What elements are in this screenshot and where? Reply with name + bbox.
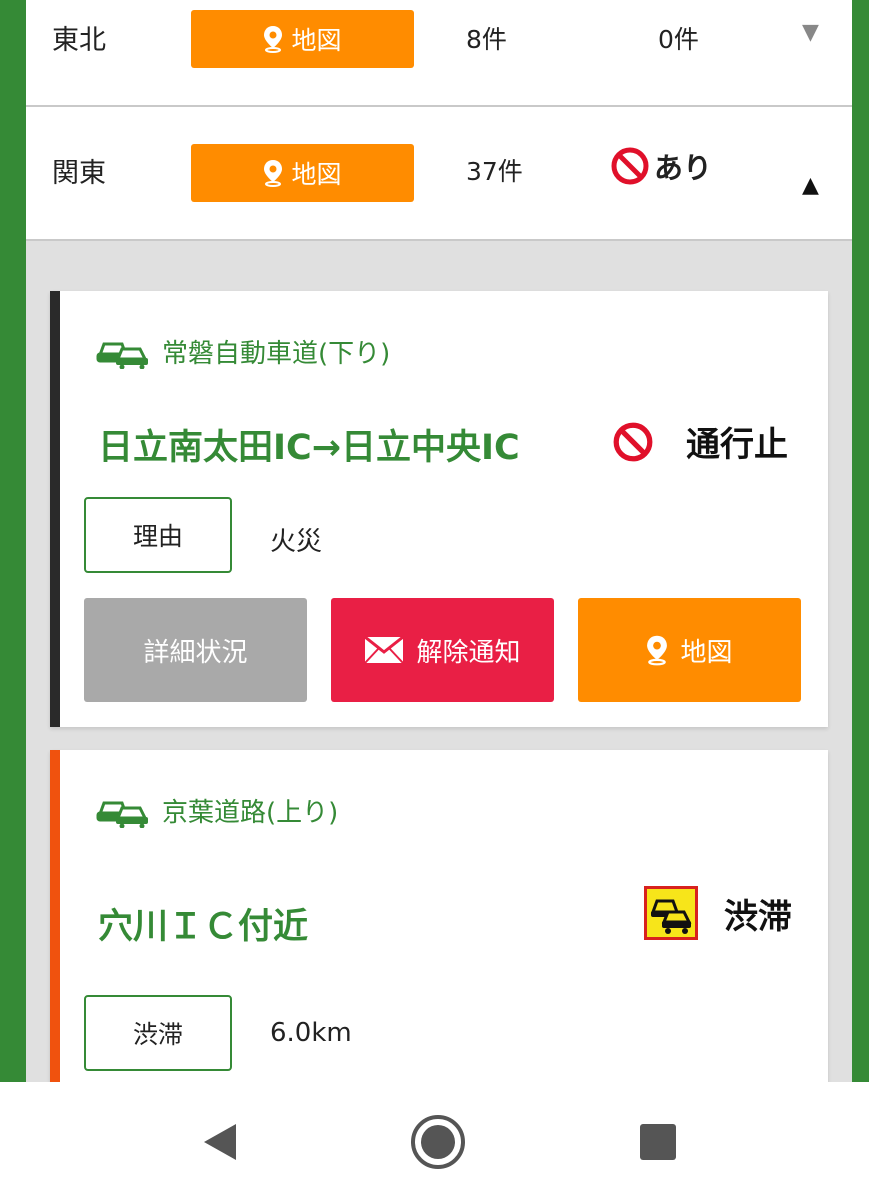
region-map-button[interactable]: 地図 (191, 10, 414, 68)
section-title: 日立南太田IC→日立中央IC (98, 428, 520, 468)
expand-chevron-down-icon[interactable]: ▼ (802, 20, 819, 45)
release-notify-button[interactable]: 解除通知 (331, 598, 554, 702)
closure-status: あり (610, 145, 712, 187)
map-pin-icon (264, 160, 283, 187)
card-map-button-label: 地図 (680, 637, 733, 668)
closure-status-text: あり (654, 151, 713, 185)
notify-button-label: 解除通知 (416, 637, 521, 668)
severity-stripe (50, 291, 60, 727)
cars-icon (96, 801, 148, 828)
section-title: 穴川ＩＣ付近 (98, 907, 309, 947)
event-type: 通行止 (612, 417, 788, 466)
region-row-kanto[interactable]: 関東 地図 37件 あり ▲ (26, 107, 852, 241)
traffic-jam-icon (644, 886, 698, 940)
region-name: 東北 (52, 25, 106, 56)
event-count: 8件 (466, 25, 507, 54)
home-icon[interactable] (408, 1112, 468, 1172)
map-pin-icon (647, 635, 668, 666)
closure-count: 0件 (658, 25, 699, 54)
recent-apps-icon[interactable] (628, 1112, 688, 1172)
collapse-chevron-up-icon[interactable]: ▲ (802, 173, 819, 198)
event-count: 37件 (466, 157, 523, 186)
map-button-label: 地図 (291, 26, 342, 55)
card-map-button[interactable]: 地図 (578, 598, 801, 702)
envelope-icon (364, 636, 405, 664)
jam-tag: 渋滞 (84, 995, 232, 1071)
region-map-button[interactable]: 地図 (191, 144, 414, 202)
road-name: 京葉道路(上り) (96, 792, 338, 829)
back-icon[interactable] (196, 1112, 256, 1172)
no-entry-icon (613, 422, 653, 461)
region-row-tohoku[interactable]: 東北 地図 8件 0件 ▼ (26, 0, 852, 107)
detail-button-label: 詳細状況 (143, 637, 248, 668)
road-name-text: 京葉道路(上り) (162, 798, 339, 828)
reason-tag: 理由 (84, 497, 232, 573)
road-name-text: 常磐自動車道(下り) (162, 339, 391, 369)
reason-value: 火災 (270, 527, 323, 557)
event-type: 渋滞 (644, 886, 792, 940)
traffic-event-card: 常磐自動車道(下り) 日立南太田IC→日立中央IC 通行止 理由 火災 詳細状況… (50, 291, 828, 727)
jam-length-value: 6.0km (270, 1018, 352, 1048)
system-navigation-bar (0, 1082, 869, 1199)
traffic-info-panel: 東北 地図 8件 0件 ▼ 関東 地図 37件 あり ▲ 常磐自動車道(下り) … (26, 0, 852, 1082)
detail-status-button[interactable]: 詳細状況 (84, 598, 307, 702)
cars-icon (96, 342, 148, 369)
region-name: 関東 (52, 158, 106, 189)
map-pin-icon (264, 26, 283, 53)
map-button-label: 地図 (291, 160, 342, 189)
severity-stripe (50, 750, 60, 1082)
event-type-text: 通行止 (686, 425, 788, 465)
traffic-event-card: 京葉道路(上り) 穴川ＩＣ付近 渋滞 渋滞 6.0km (50, 750, 828, 1082)
road-name: 常磐自動車道(下り) (96, 333, 390, 370)
event-type-text: 渋滞 (724, 896, 792, 937)
no-entry-icon (611, 147, 649, 185)
